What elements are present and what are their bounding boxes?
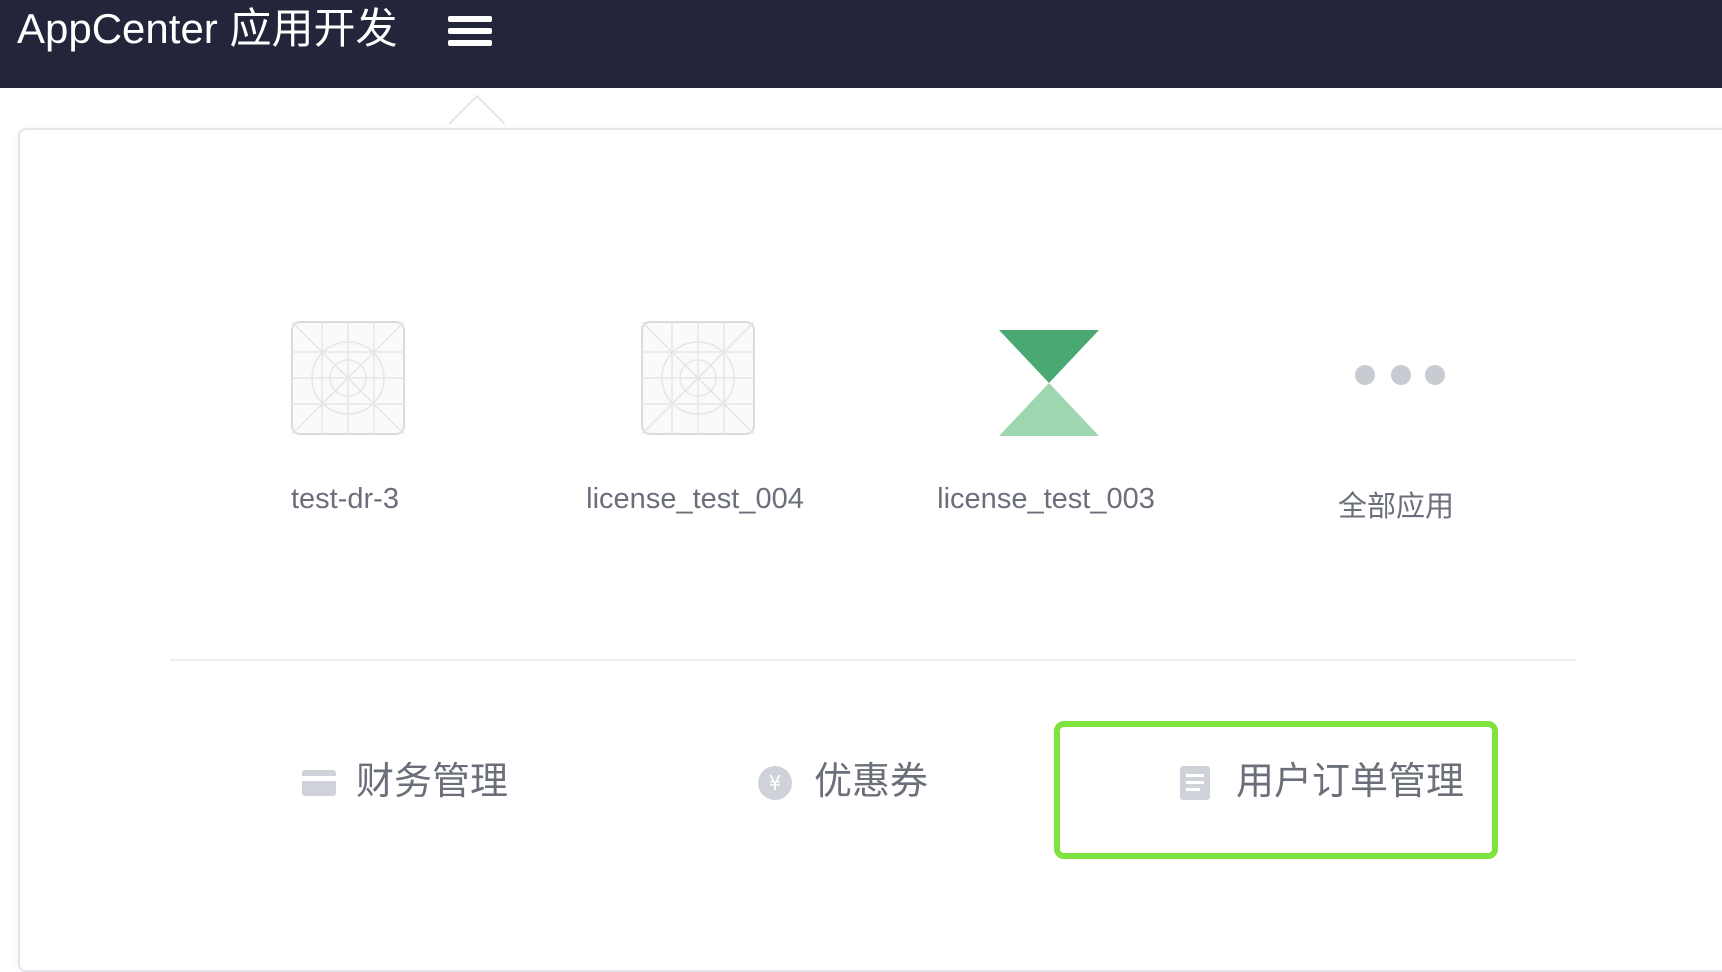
brand-title[interactable]: AppCenter 应用开发: [17, 4, 397, 54]
svg-text:¥: ¥: [769, 771, 782, 795]
hourglass-logo-icon: [999, 330, 1099, 436]
finance-management-link[interactable]: 财务管理: [300, 752, 530, 812]
menu-line: [448, 28, 492, 34]
dot: [1391, 365, 1411, 385]
app-item-license-test-004[interactable]: license_test_004: [545, 318, 845, 538]
menu-line: [448, 40, 492, 46]
quick-link-label: 财务管理: [356, 761, 509, 803]
quick-link-label: 优惠券: [814, 761, 929, 803]
dot: [1425, 365, 1445, 385]
app-item-test-dr-3[interactable]: test-dr-3: [195, 318, 495, 538]
dot: [1355, 365, 1375, 385]
highlight-box: [1054, 721, 1498, 859]
card-icon: [302, 770, 336, 796]
app-item-license-test-003[interactable]: license_test_003: [896, 318, 1196, 538]
placeholder-grid-icon: [291, 321, 405, 435]
menu-line: [448, 16, 492, 22]
placeholder-grid-icon: [641, 321, 755, 435]
top-navigation-bar: AppCenter 应用开发: [0, 0, 1722, 88]
app-label: 全部应用: [1337, 491, 1454, 523]
coupon-yen-icon: ¥: [758, 766, 792, 800]
hamburger-menu-icon[interactable]: [445, 10, 495, 52]
app-label: test-dr-3: [291, 483, 399, 515]
app-item-all-apps[interactable]: 全部应用: [1246, 318, 1546, 538]
section-divider: [170, 659, 1576, 661]
coupon-link[interactable]: ¥ 优惠券: [756, 752, 956, 812]
app-label: license_test_003: [937, 483, 1155, 515]
app-label: license_test_004: [586, 483, 804, 515]
more-dots-icon: [1341, 363, 1461, 393]
